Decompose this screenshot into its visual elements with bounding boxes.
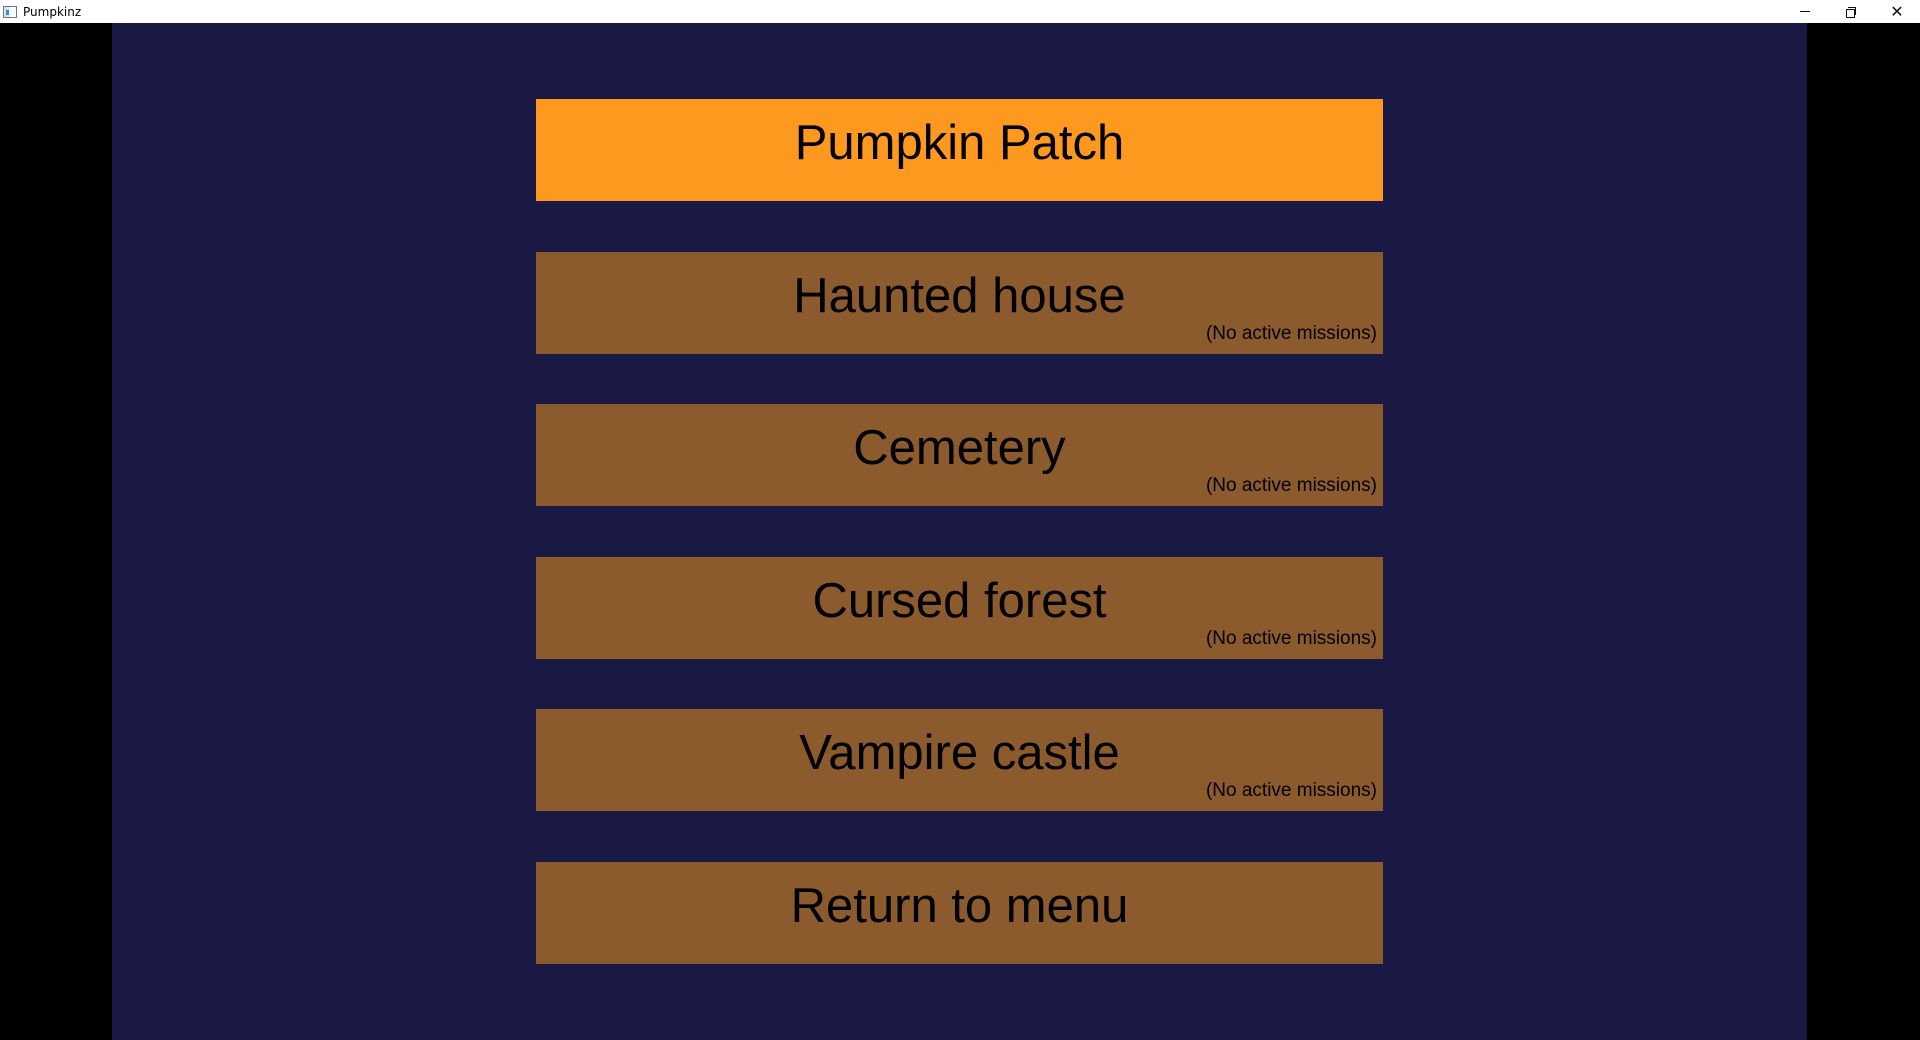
window-titlebar: Pumpkinz ✕ bbox=[0, 0, 1920, 23]
restore-button[interactable] bbox=[1828, 0, 1874, 23]
level-label: Pumpkin Patch bbox=[794, 116, 1125, 170]
level-button-cemetery[interactable]: Cemetery (No active missions) bbox=[536, 404, 1383, 506]
level-button-cursed-forest[interactable]: Cursed forest (No active missions) bbox=[536, 557, 1383, 659]
close-icon: ✕ bbox=[1890, 1, 1904, 21]
level-status: (No active missions) bbox=[1205, 628, 1377, 649]
level-label: Cursed forest bbox=[812, 574, 1107, 628]
close-button[interactable]: ✕ bbox=[1874, 0, 1920, 23]
restore-icon bbox=[1846, 6, 1856, 18]
window-controls: ✕ bbox=[1782, 0, 1920, 23]
return-to-menu-button[interactable]: Return to menu bbox=[536, 862, 1383, 964]
level-button-vampire-castle[interactable]: Vampire castle (No active missions) bbox=[536, 709, 1383, 811]
level-label: Vampire castle bbox=[799, 726, 1120, 780]
window-title: Pumpkinz bbox=[23, 4, 82, 19]
minimize-button[interactable] bbox=[1782, 0, 1828, 23]
level-status: (No active missions) bbox=[1205, 780, 1377, 801]
level-button-haunted-house[interactable]: Haunted house (No active missions) bbox=[536, 252, 1383, 354]
game-canvas: Pumpkin Patch Haunted house (No active m… bbox=[112, 23, 1807, 1040]
level-button-pumpkin-patch[interactable]: Pumpkin Patch bbox=[536, 99, 1383, 201]
return-label: Return to menu bbox=[790, 879, 1129, 933]
level-label: Cemetery bbox=[853, 421, 1066, 475]
app-icon bbox=[3, 5, 17, 18]
level-status: (No active missions) bbox=[1205, 475, 1377, 496]
level-status: (No active missions) bbox=[1205, 323, 1377, 344]
level-label: Haunted house bbox=[793, 269, 1126, 323]
minimize-icon bbox=[1800, 11, 1810, 12]
